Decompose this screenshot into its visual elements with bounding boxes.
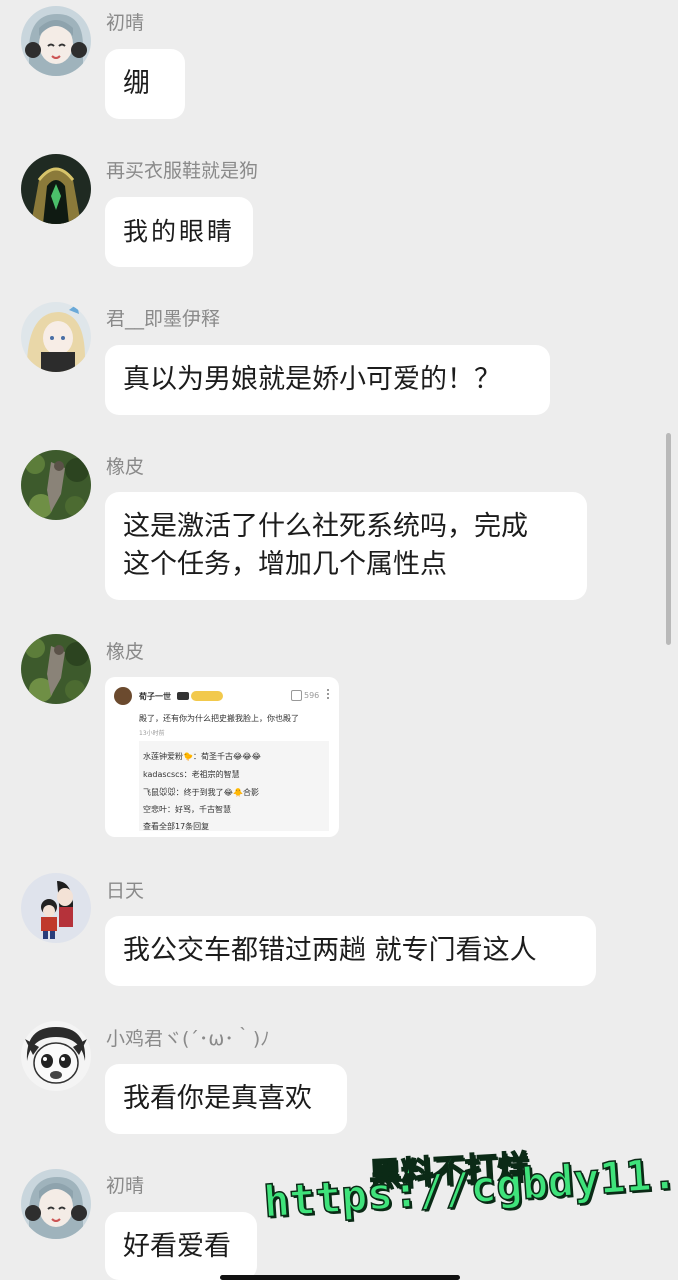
level-badge: [177, 692, 189, 700]
message-bubble[interactable]: 我的眼睛: [105, 197, 253, 267]
avatar[interactable]: [21, 6, 91, 76]
message-line: 这个任务，增加几个属性点: [123, 549, 447, 580]
avatar-manga-face-icon: [21, 1021, 91, 1091]
home-indicator[interactable]: [220, 1275, 460, 1280]
view-all-replies: 查看全部17条回复: [143, 822, 210, 831]
chat-list[interactable]: 初晴 绷 再买衣服鞋就是狗 我的眼睛 君__即墨伊释 真以为男娘就是娇小可爱的！…: [0, 0, 678, 1280]
avatar-hooded-figure-icon: [21, 154, 91, 224]
message-line: 这是激活了什么社死系统吗，完成: [123, 511, 528, 542]
message-bubble[interactable]: 好看爱看: [105, 1212, 257, 1280]
like-count: 596: [304, 691, 320, 700]
avatar-cartoon-couple-icon: [21, 873, 91, 943]
avatar-anime-girl-icon: [21, 1169, 91, 1239]
avatar[interactable]: [21, 154, 91, 224]
avatar-plant-figure-icon: [21, 634, 91, 704]
reply-item: 空悲叶：好骂，千古智慧: [143, 805, 231, 814]
message-bubble[interactable]: 这是激活了什么社死系统吗，完成 这个任务，增加几个属性点: [105, 492, 587, 600]
reply-item: kadascscs：老祖宗的智慧: [143, 770, 240, 779]
message-bubble[interactable]: 我公交车都错过两趟 就专门看这人: [105, 916, 596, 986]
avatar-blonde-girl-icon: [21, 302, 91, 372]
avatar[interactable]: [21, 1169, 91, 1239]
fan-badge: [191, 691, 223, 701]
sender-name: 小鸡君ヾ(´･ω･｀)ﾉ: [106, 1028, 270, 1050]
comment-time: 13小时前: [139, 730, 165, 737]
more-icon: [327, 689, 331, 699]
sender-name: 橡皮: [106, 456, 145, 478]
avatar[interactable]: [21, 634, 91, 704]
avatar[interactable]: [21, 302, 91, 372]
message-bubble[interactable]: 绷: [105, 49, 185, 119]
avatar[interactable]: [21, 1021, 91, 1091]
avatar[interactable]: [21, 873, 91, 943]
sender-name: 初晴: [106, 1175, 145, 1197]
reply-item: 飞鼠🐭🐭：终于到我了😂🐥合影: [143, 788, 259, 797]
comment-author: 荀子一世: [139, 692, 171, 701]
sender-name: 再买衣服鞋就是狗: [106, 160, 259, 182]
avatar[interactable]: [21, 450, 91, 520]
message-bubble[interactable]: 我看你是真喜欢: [105, 1064, 347, 1134]
comment-text: 殿了，还有你为什么把史搬我脸上，你也殿了: [139, 714, 299, 723]
avatar-anime-girl-icon: [21, 6, 91, 76]
scrollbar[interactable]: [666, 433, 671, 645]
avatar-plant-figure-icon: [21, 450, 91, 520]
message-bubble[interactable]: 真以为男娘就是娇小可爱的！？: [105, 345, 550, 415]
sender-name: 橡皮: [106, 641, 145, 663]
like-icon: [291, 690, 302, 701]
commenter-avatar: [114, 687, 132, 705]
sender-name: 君__即墨伊释: [106, 308, 221, 330]
sender-name: 日天: [106, 880, 145, 902]
reply-item: 水莲钟爱粉🐤：荀圣千古😂😂😂: [143, 752, 262, 761]
image-message[interactable]: 荀子一世 596 殿了，还有你为什么把史搬我脸上，你也殿了 13小时前 水莲钟爱…: [105, 677, 339, 837]
sender-name: 初晴: [106, 12, 145, 34]
